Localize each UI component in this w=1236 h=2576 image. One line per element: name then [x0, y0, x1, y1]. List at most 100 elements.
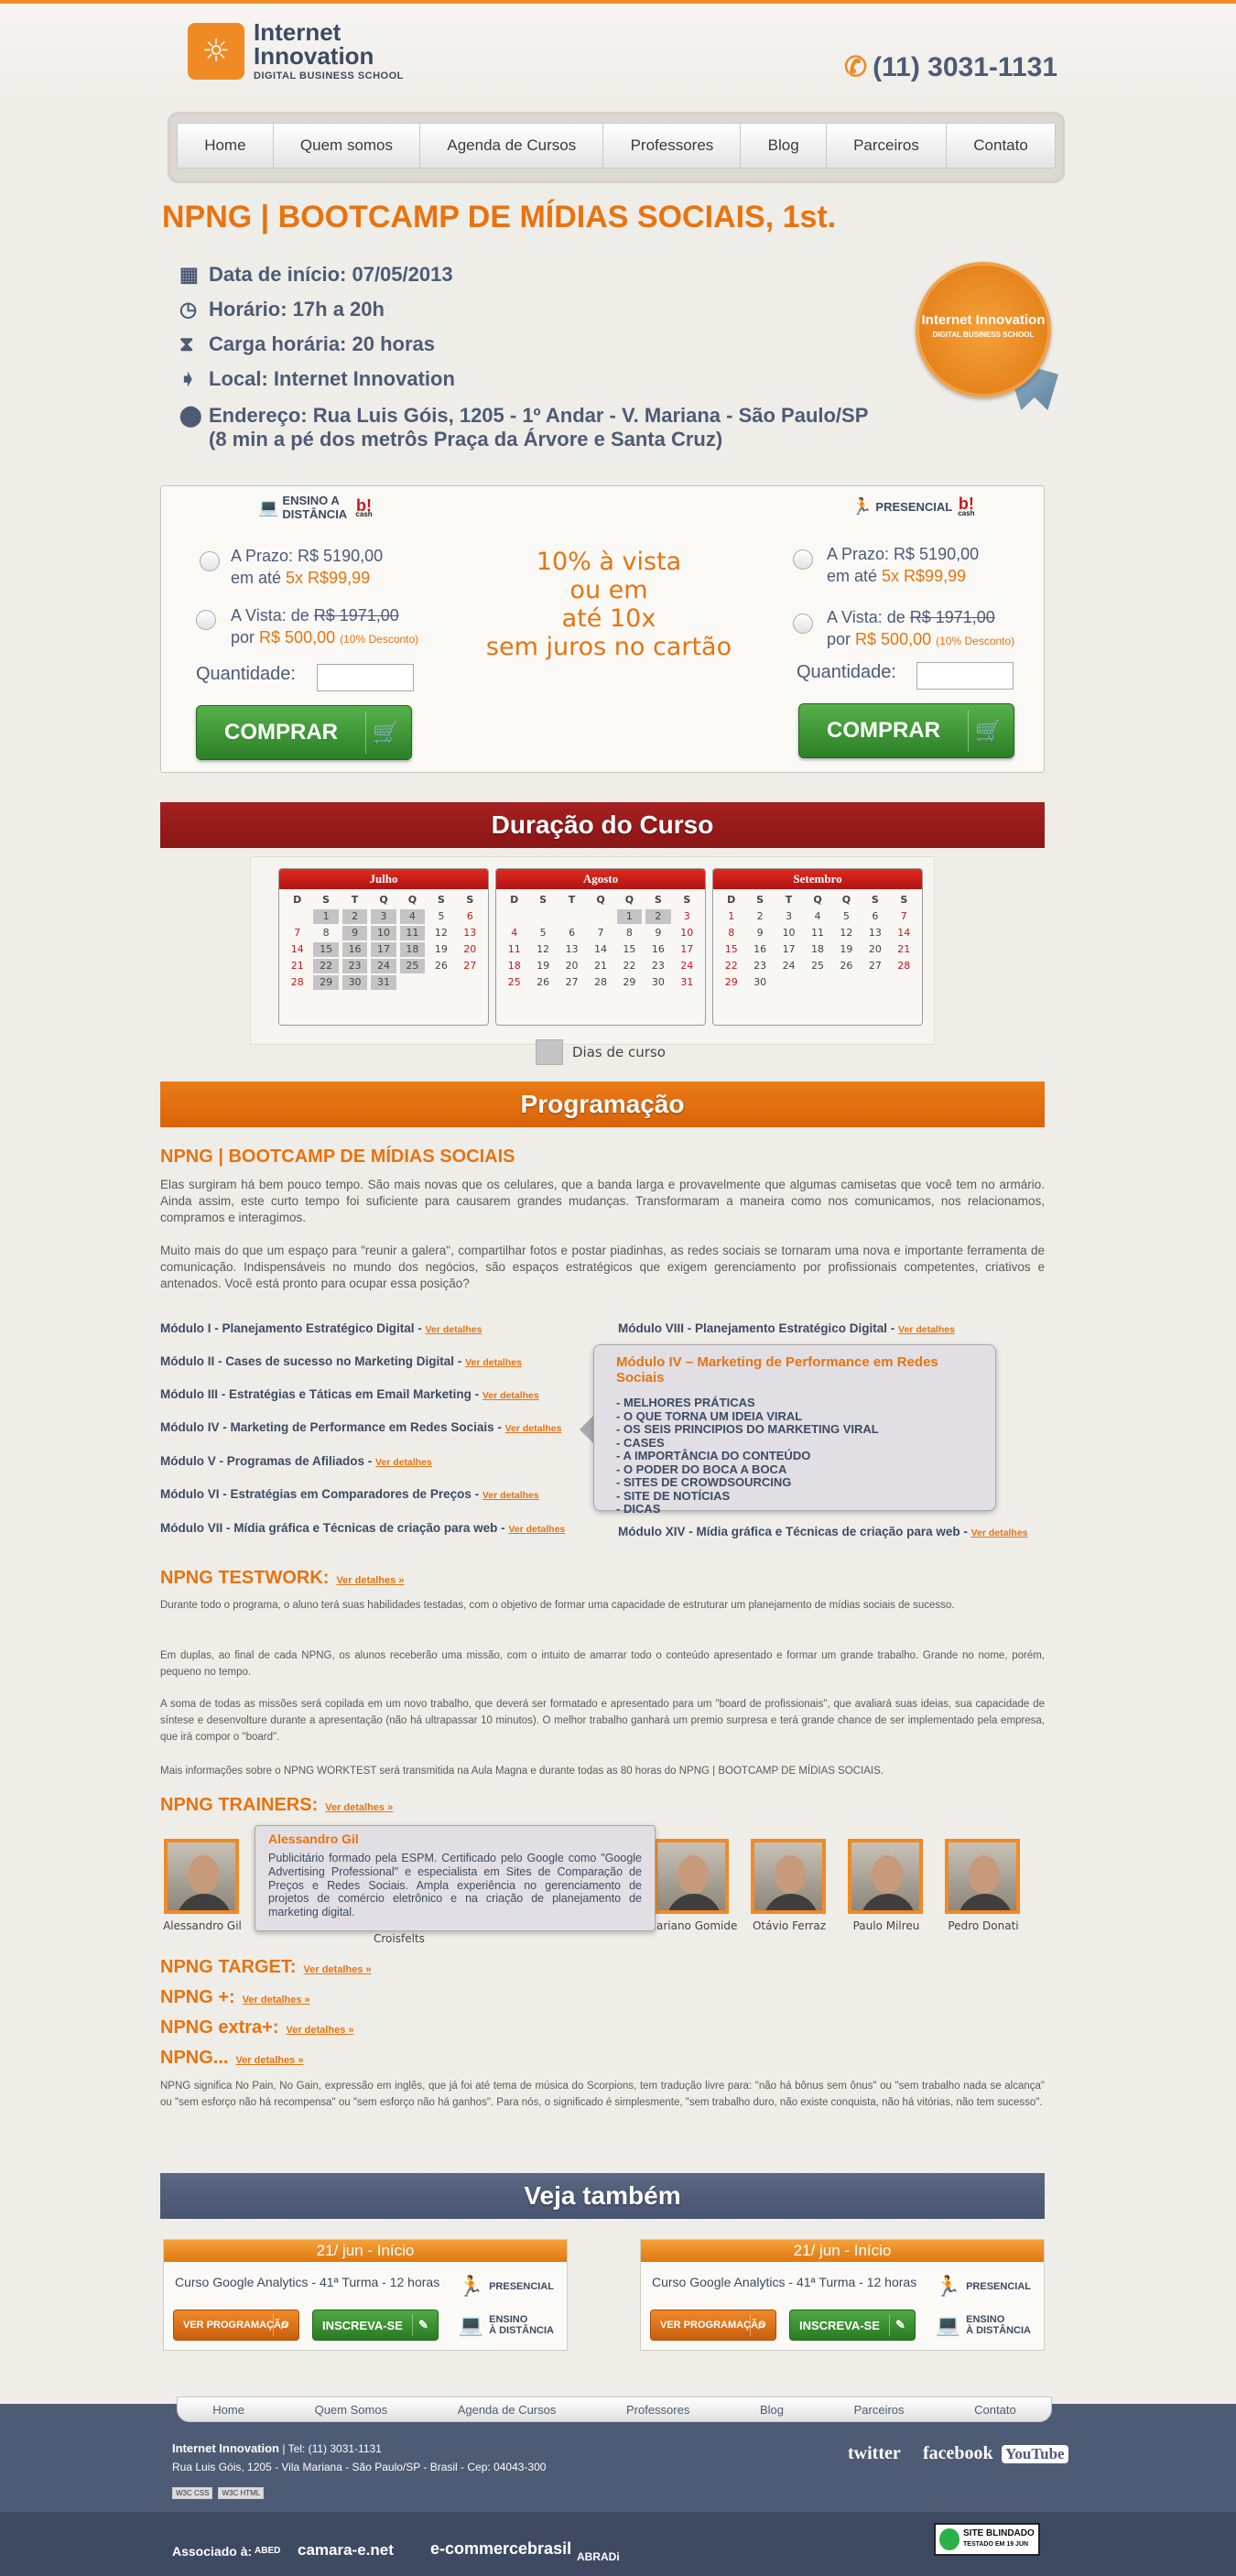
footer-nav-item-0[interactable]: Home — [212, 2403, 244, 2417]
camara-enet-logo[interactable]: camara-e.net — [298, 2541, 394, 2560]
calendar-blank — [588, 909, 613, 924]
calendar-icon: ▦ — [179, 263, 199, 286]
facebook-link[interactable]: facebook — [923, 2443, 993, 2464]
trainer-photo — [654, 1839, 729, 1914]
module-details-link[interactable]: Ver detalhes — [482, 1390, 539, 1401]
footer-nav-item-6[interactable]: Contato — [974, 2403, 1016, 2417]
footer-nav-item-3[interactable]: Professores — [626, 2403, 689, 2417]
radio-prazo-presencial[interactable] — [793, 549, 813, 570]
module-right-bottom: Módulo XIV - Mídia gráfica e Técnicas de… — [618, 1525, 1028, 1538]
nav-item-2[interactable]: Agenda de Cursos — [420, 124, 604, 168]
extra-details-link[interactable]: Ver detalhes » — [235, 2055, 303, 2066]
footer-nav-item-4[interactable]: Blog — [760, 2403, 784, 2417]
w3c-css-badge[interactable]: W3C CSS — [172, 2487, 213, 2499]
module-details-link[interactable]: Ver detalhes — [971, 1527, 1028, 1538]
buy-button-distance[interactable]: COMPRAR 🛒 — [196, 705, 412, 760]
extra-details-link[interactable]: Ver detalhes » — [243, 1994, 310, 2005]
trainer-card[interactable]: Paulo Milreu — [848, 1839, 925, 1932]
calendar-day: 25 — [399, 959, 426, 973]
calendar-month-2: Setembro D S T Q Q S S 1 2 3 4 5 6 7 8 9 10 11 12 13 14 15 16 17… — [712, 868, 923, 1026]
extra-details-link[interactable]: Ver detalhes » — [287, 2025, 354, 2036]
footer-nav-item-2[interactable]: Agenda de Cursos — [458, 2403, 557, 2417]
price-prazo-distance: A Prazo: R$ 5190,00 em até 5x R$99,99 — [231, 547, 384, 588]
calendar-day: 24 — [371, 959, 396, 973]
qty-input-presencial[interactable] — [916, 662, 1014, 690]
abradi-logo[interactable]: ABRADi — [577, 2550, 620, 2563]
walking-person-icon: 🏃 — [851, 497, 873, 516]
nav-item-5[interactable]: Parceiros — [827, 124, 948, 168]
trainer-card[interactable]: Mariano Gomide — [647, 1839, 737, 1932]
nav-item-4[interactable]: Blog — [741, 124, 827, 168]
view-program-button[interactable]: VER PROGRAMAÇÃO ⌕ — [173, 2310, 299, 2341]
w3c-html-badge[interactable]: W3C HTML — [218, 2487, 265, 2499]
popup-list-item: - O QUE TORNA UM IDEIA VIRAL — [616, 1408, 803, 1423]
radio-vista-distance[interactable] — [196, 610, 216, 630]
abed-logo[interactable]: ABED — [255, 2546, 280, 2556]
module-details-link[interactable]: Ver detalhes — [508, 1524, 565, 1535]
extra-npng: NPNG... Ver detalhes » — [160, 2048, 304, 2068]
twitter-link[interactable]: twitter — [848, 2443, 901, 2464]
extra-extra-plus: NPNG extra+: Ver detalhes » — [160, 2017, 354, 2038]
trainers-details-link[interactable]: Ver detalhes » — [325, 1802, 393, 1813]
logo-line2: Innovation — [254, 42, 374, 70]
radio-vista-presencial[interactable] — [793, 614, 813, 634]
location: ➧ Local: Internet Innovation — [179, 367, 455, 390]
sun-icon: ☼ — [188, 22, 244, 80]
footer-nav-item-1[interactable]: Quem Somos — [315, 2403, 387, 2417]
nav-item-0[interactable]: Home — [178, 124, 274, 168]
laptop-icon: 💻 — [458, 2313, 484, 2336]
enroll-button[interactable]: INSCREVA-SE ✎ — [312, 2310, 439, 2341]
nav-item-3[interactable]: Professores — [603, 124, 742, 168]
calendar-day: 14 — [290, 943, 304, 955]
site-blindado-seal[interactable]: SITE BLINDADO TESTADO EM 19 JUN — [934, 2523, 1040, 2556]
qty-input-distance[interactable] — [317, 664, 414, 691]
mode-presencial-tag: 🏃 PRESENCIAL — [935, 2275, 1031, 2298]
popup-list-item: - SITES DE CROWDSOURCING — [616, 1475, 792, 1489]
site-logo[interactable]: ☼ Internet Innovation DIGITAL BUSINESS S… — [188, 20, 404, 82]
module-details-link[interactable]: Ver detalhes — [505, 1423, 562, 1434]
price-vista-presencial: A Vista: de R$ 1971,00 por R$ 500,00 (10%… — [827, 608, 1015, 649]
calendar-day: 6 — [466, 910, 473, 922]
trainer-name-partial: Croisfelts — [374, 1932, 425, 1945]
trainer-card[interactable]: Otávio Ferraz — [751, 1839, 828, 1932]
workload: ⧗ Carga horária: 20 horas — [179, 332, 435, 355]
module-popup: Módulo IV – Marketing de Performance em … — [593, 1344, 996, 1516]
nav-item-1[interactable]: Quem somos — [274, 124, 421, 168]
extra-details-link[interactable]: Ver detalhes » — [304, 1964, 372, 1975]
footer-nav: Home Quem Somos Agenda de Cursos Professore… — [177, 2397, 1052, 2422]
module-item-1: Módulo II - Cases de sucesso no Marketin… — [160, 1354, 522, 1368]
trainer-card[interactable]: Alessandro Gil — [163, 1839, 242, 1932]
trainer-card[interactable]: Pedro Donati — [945, 1839, 1022, 1932]
calendar-day: 12 — [434, 927, 448, 939]
view-program-button[interactable]: VER PROGRAMAÇÃO ⌕ — [650, 2310, 776, 2341]
program-header: Programação — [160, 1081, 1045, 1127]
calendar-day: 11 — [507, 943, 521, 955]
footer-nav-item-5[interactable]: Parceiros — [854, 2403, 905, 2417]
calendar-day: 27 — [868, 960, 882, 972]
testwork-p3: A soma de todas as missões será copilada… — [160, 1699, 1045, 1743]
module-item-2: Módulo III - Estratégias e Táticas em Em… — [160, 1387, 539, 1401]
module-item-6: Módulo VII - Mídia gráfica e Técnicas de… — [160, 1521, 566, 1535]
buy-button-presencial[interactable]: COMPRAR 🛒 — [798, 703, 1014, 758]
enroll-button[interactable]: INSCREVA-SE ✎ — [789, 2310, 916, 2341]
module-details-link[interactable]: Ver detalhes — [426, 1324, 482, 1335]
module-details-link[interactable]: Ver detalhes — [482, 1490, 539, 1501]
nav-item-6[interactable]: Contato — [947, 124, 1055, 168]
calendar-day: 13 — [463, 927, 477, 939]
calendar-day: 29 — [313, 975, 339, 990]
walking-person-icon: 🏃 — [935, 2275, 961, 2298]
ecommerce-brasil-logo[interactable]: e-commercebrasil — [430, 2539, 571, 2559]
calendar-day: 19 — [434, 943, 448, 955]
weekday-header: T — [568, 894, 576, 906]
calendar-day: 8 — [625, 927, 633, 939]
module-details-link[interactable]: Ver detalhes — [375, 1457, 432, 1468]
module-details-link[interactable]: Ver detalhes — [465, 1357, 522, 1368]
calendar-day: 14 — [593, 943, 607, 955]
calendar-month-0: Julho D S T Q Q S S 1 2 3 4 5 6 7 8 9 10 11 12 13 14 15 16 17 18 1… — [278, 868, 489, 1026]
youtube-link[interactable]: YouTube — [1002, 2445, 1068, 2463]
testwork-details-link[interactable]: Ver detalhes » — [336, 1575, 404, 1586]
module-details-link[interactable]: Ver detalhes — [898, 1324, 955, 1335]
weekday-header: S — [900, 894, 908, 906]
radio-prazo-distance[interactable] — [200, 551, 220, 571]
calendar-day: 1 — [728, 910, 735, 922]
